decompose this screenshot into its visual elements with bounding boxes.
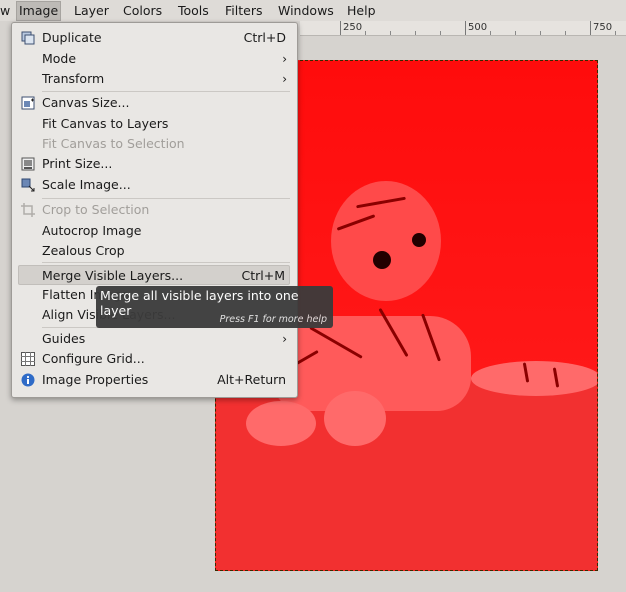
menu-view-partial[interactable]: w (0, 3, 10, 19)
menu-item-mode[interactable]: Mode › (12, 49, 297, 69)
tiger-tail (471, 361, 597, 396)
ruler-minor-tick (390, 31, 391, 35)
menu-item-label: Guides (42, 331, 86, 346)
ruler-minor-tick (415, 31, 416, 35)
menu-item-print-size[interactable]: Print Size... (12, 154, 297, 174)
tiger-paw (246, 401, 316, 446)
tiger-eye (373, 251, 391, 269)
menu-item-label: Crop to Selection (42, 202, 150, 217)
ruler-label-500: 500 (468, 22, 488, 33)
scale-image-icon (21, 178, 35, 192)
menu-item-label: Merge Visible Layers... (42, 268, 184, 283)
menu-item-shortcut: Ctrl+M (241, 268, 286, 283)
tooltip: Merge all visible layers into one layer … (96, 286, 333, 328)
menu-separator (42, 262, 290, 263)
menu-separator (42, 198, 290, 199)
menu-item-merge-visible-layers[interactable]: Merge Visible Layers... Ctrl+M (18, 265, 290, 285)
print-size-icon (21, 157, 35, 171)
menu-item-fit-canvas-to-layers[interactable]: Fit Canvas to Layers (12, 114, 297, 134)
menu-item-label: Duplicate (42, 30, 102, 45)
menu-item-transform[interactable]: Transform › (12, 69, 297, 89)
tooltip-help-hint: Press F1 for more help (219, 314, 327, 325)
menu-item-label: Fit Canvas to Selection (42, 136, 185, 151)
ruler-minor-tick (440, 31, 441, 35)
menu-filters[interactable]: Filters (225, 3, 262, 19)
menu-help[interactable]: Help (347, 3, 376, 19)
ruler-minor-tick (565, 31, 566, 35)
menu-item-shortcut: Ctrl+D (243, 30, 286, 45)
ruler-label-250: 250 (343, 22, 363, 33)
menu-item-scale-image[interactable]: Scale Image... (12, 175, 297, 195)
menu-item-autocrop-image[interactable]: Autocrop Image (12, 221, 297, 241)
menu-item-shortcut: Alt+Return (217, 372, 286, 387)
menu-item-fit-canvas-to-selection: Fit Canvas to Selection (12, 134, 297, 154)
menu-separator (42, 91, 290, 92)
menu-colors[interactable]: Colors (123, 3, 162, 19)
horizontal-ruler[interactable]: 250 500 750 (300, 21, 626, 36)
ruler-minor-tick (490, 31, 491, 35)
menu-item-label: Autocrop Image (42, 223, 142, 238)
menu-item-label: Canvas Size... (42, 95, 130, 110)
menu-item-guides[interactable]: Guides › (12, 329, 297, 349)
menu-image[interactable]: Image (16, 1, 62, 21)
ruler-major-tick (340, 21, 341, 35)
tiger-paw (324, 391, 386, 446)
menu-item-label: Configure Grid... (42, 351, 145, 366)
ruler-label-750: 750 (593, 22, 613, 33)
chevron-right-icon: › (282, 52, 287, 66)
ruler-minor-tick (365, 31, 366, 35)
info-icon (21, 373, 35, 387)
menu-item-crop-to-selection: Crop to Selection (12, 200, 297, 220)
ruler-minor-tick (540, 31, 541, 35)
menu-item-label: Transform (42, 71, 105, 86)
menu-item-label: Print Size... (42, 156, 113, 171)
crop-icon (21, 203, 35, 217)
menu-item-canvas-size[interactable]: Canvas Size... (12, 93, 297, 113)
menu-layer[interactable]: Layer (74, 3, 109, 19)
tiger-eye (412, 233, 426, 247)
canvas-size-icon (21, 96, 35, 110)
chevron-right-icon: › (282, 332, 287, 346)
menu-item-label: Mode (42, 51, 77, 66)
menu-item-label: Fit Canvas to Layers (42, 116, 169, 131)
menu-item-duplicate[interactable]: Duplicate Ctrl+D (12, 28, 297, 48)
ruler-major-tick (590, 21, 591, 35)
ruler-major-tick (465, 21, 466, 35)
menu-item-zealous-crop[interactable]: Zealous Crop (12, 241, 297, 261)
chevron-right-icon: › (282, 72, 287, 86)
menubar: w Image Layer Colors Tools Filters Windo… (0, 0, 626, 21)
ruler-minor-tick (615, 31, 616, 35)
image-menu: Duplicate Ctrl+D Mode › Transform › Canv… (11, 22, 298, 398)
ruler-minor-tick (515, 31, 516, 35)
duplicate-icon (21, 31, 35, 45)
menu-tools[interactable]: Tools (178, 3, 209, 19)
menu-item-label: Zealous Crop (42, 243, 125, 258)
menu-item-label: Image Properties (42, 372, 149, 387)
menu-item-image-properties[interactable]: Image Properties Alt+Return (12, 370, 297, 390)
menu-windows[interactable]: Windows (278, 3, 334, 19)
menu-item-label: Scale Image... (42, 177, 131, 192)
menu-item-configure-grid[interactable]: Configure Grid... (12, 349, 297, 369)
grid-icon (21, 352, 35, 366)
